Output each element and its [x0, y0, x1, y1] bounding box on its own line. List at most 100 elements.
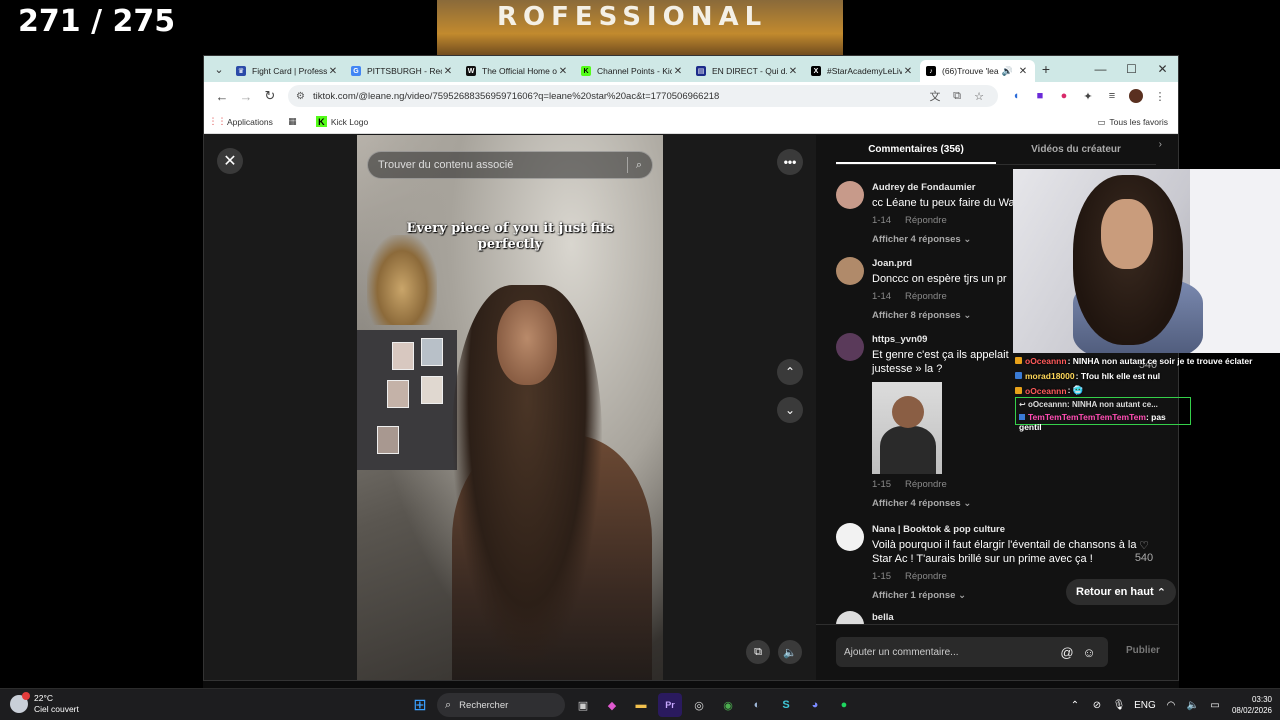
emoji-icon[interactable]: ☺ [1078, 645, 1100, 660]
clock[interactable]: 03:30 08/02/2026 [1232, 694, 1272, 716]
browser-tab[interactable]: ▤ EN DIRECT - Qui d... ✕ [690, 60, 805, 82]
show-replies-button[interactable]: Afficher 4 réponses ⌄ [872, 498, 1142, 509]
extension-wave-icon[interactable]: ◖ [1004, 84, 1028, 108]
tab-creator-videos[interactable]: Vidéos du créateur [996, 135, 1156, 164]
all-bookmarks[interactable]: ▭ Tous les favoris [1097, 110, 1168, 134]
translate-icon[interactable]: 文 [924, 88, 946, 104]
tab-audio-icon[interactable]: 🔊 [1002, 66, 1013, 77]
more-options-icon[interactable]: ••• [777, 149, 803, 175]
new-tab-button[interactable]: + [1035, 61, 1057, 77]
reply-button[interactable]: Répondre [905, 215, 947, 226]
chevron-up-icon[interactable]: ⌃ [1064, 700, 1086, 711]
close-tab-icon[interactable]: ✕ [672, 66, 684, 77]
browser-menu-icon[interactable]: ⋮ [1148, 84, 1172, 108]
browser-tab[interactable]: K Channel Points - Kic...✕ [575, 60, 690, 82]
omnibox[interactable]: ⚙ tiktok.com/@leane.ng/video/75952688356… [288, 85, 998, 107]
avatar[interactable] [836, 257, 864, 285]
volume-icon[interactable]: 🔈 [778, 640, 802, 664]
maximize-icon[interactable]: ☐ [1116, 56, 1147, 82]
browser-tab[interactable]: G PITTSBURGH - Rech...✕ [345, 60, 460, 82]
extension-red-icon[interactable]: ● [1052, 84, 1076, 108]
bookmark-star-icon[interactable]: ☆ [968, 90, 990, 103]
browser-tab[interactable]: ♪ (66)Trouve 'lea 🔊 ✕ [920, 60, 1035, 82]
video-photo [387, 380, 409, 408]
bookmark-applications[interactable]: ⋮⋮ Applications [209, 116, 273, 127]
comment-username[interactable]: bella [872, 611, 1142, 624]
premiere-icon[interactable]: Pr [658, 693, 682, 717]
reply-button[interactable]: Répondre [905, 571, 947, 582]
task-view-icon[interactable]: ▣ [571, 693, 595, 717]
network-off-icon[interactable]: ⊘ [1086, 700, 1108, 711]
search-divider [626, 157, 628, 173]
close-tab-icon[interactable]: ✕ [787, 66, 799, 77]
taskbar-search[interactable]: ⌕ Rechercher [437, 693, 565, 717]
tab-search-icon[interactable]: ⌄ [208, 58, 230, 80]
chrome-icon[interactable]: ◉ [716, 693, 740, 717]
extension-square-icon[interactable]: ■ [1028, 84, 1052, 108]
discord-icon[interactable]: ◕ [803, 693, 827, 717]
spotify-icon[interactable]: ● [832, 693, 856, 717]
add-comment-input[interactable]: Ajouter un commentaire... @ ☺ [836, 637, 1108, 667]
video-frame[interactable]: Trouver du contenu associé ⌕ Every piece… [357, 135, 663, 680]
avatar[interactable] [836, 181, 864, 209]
app-m365-icon[interactable]: ◆ [600, 693, 624, 717]
reload-icon[interactable]: ↻ [258, 84, 282, 108]
browser-tab[interactable]: W The Official Home o... ✕ [460, 60, 575, 82]
reply-button[interactable]: Répondre [905, 479, 947, 490]
bookmark-kick-logo[interactable]: K Kick Logo [315, 116, 368, 127]
language-indicator[interactable]: ENG [1130, 700, 1160, 711]
windows-start-icon[interactable]: ⊞ [408, 693, 432, 717]
close-tab-icon[interactable]: ✕ [442, 66, 454, 77]
chevron-right-icon[interactable]: › [1159, 139, 1162, 150]
taskbar-search-label: Rechercher [459, 699, 509, 711]
close-tab-icon[interactable]: ✕ [1017, 66, 1029, 77]
search-icon[interactable]: ⌕ [636, 159, 642, 172]
avatar[interactable] [836, 523, 864, 551]
previous-video-icon[interactable]: ⌃ [777, 359, 803, 385]
next-video-icon[interactable]: ⌄ [777, 397, 803, 423]
wifi-icon[interactable]: ◠ [1160, 700, 1182, 711]
avatar[interactable] [836, 611, 864, 625]
browser-tab[interactable]: ♛ Fight Card | Professi...✕ [230, 60, 345, 82]
close-window-icon[interactable]: ✕ [1147, 56, 1178, 82]
comment-username[interactable]: Nana | Booktok & pop culture [872, 523, 1142, 536]
file-explorer-icon[interactable]: ▬ [629, 693, 653, 717]
taskbar-apps: ⊞ ⌕ Rechercher ▣ ◆ ▬ Pr ◎ ◉ ◐ S ◕ ● [408, 693, 861, 717]
tab-comments[interactable]: Commentaires (356) [836, 135, 996, 164]
close-tab-icon[interactable]: ✕ [557, 66, 569, 77]
site-settings-icon[interactable]: ⚙ [296, 91, 305, 102]
picture-in-picture-icon[interactable]: ⧉ [746, 640, 770, 664]
chat-reply-ref-text: oOceannn: NINHA non autant ce... [1027, 400, 1158, 409]
microphone-icon[interactable]: 🎙 [1108, 700, 1130, 711]
profile-avatar[interactable] [1124, 84, 1148, 108]
related-search-input[interactable]: Trouver du contenu associé ⌕ [367, 151, 653, 179]
bookmark-qr[interactable]: ▦ [287, 116, 302, 127]
minimize-icon[interactable]: — [1085, 56, 1116, 82]
close-tab-icon[interactable]: ✕ [327, 66, 339, 77]
weather-widget[interactable]: 22°C Ciel couvert [10, 692, 79, 715]
app-circle-icon[interactable]: ◎ [687, 693, 711, 717]
news-icon: ▤ [696, 66, 706, 76]
mention-icon[interactable]: @ [1056, 645, 1078, 660]
browser-tab[interactable]: X #StarAcademyLeLiv... ✕ [805, 60, 920, 82]
like-button[interactable]: ♡ 540 [1132, 539, 1156, 564]
extensions-puzzle-icon[interactable]: ✦ [1076, 84, 1100, 108]
comment-date: 1-15 [872, 571, 892, 582]
close-tab-icon[interactable]: ✕ [902, 66, 914, 77]
cast-icon[interactable]: ⧉ [946, 90, 968, 103]
comment-image[interactable] [872, 382, 942, 474]
reading-list-icon[interactable]: ≡ [1100, 84, 1124, 108]
reply-button[interactable]: Répondre [905, 291, 947, 302]
app-s-icon[interactable]: S [774, 693, 798, 717]
url-text[interactable]: tiktok.com/@leane.ng/video/7595268835695… [313, 91, 924, 102]
close-icon[interactable]: ✕ [217, 148, 243, 174]
steam-icon[interactable]: ◐ [745, 693, 769, 717]
heart-icon[interactable]: ♡ [1132, 539, 1156, 552]
forward-icon[interactable]: → [234, 84, 258, 108]
battery-icon[interactable]: ▭ [1204, 700, 1226, 711]
avatar[interactable] [836, 333, 864, 361]
publish-button[interactable]: Publier [1126, 645, 1160, 656]
back-icon[interactable]: ← [210, 84, 234, 108]
speaker-icon[interactable]: 🔈 [1182, 700, 1204, 711]
back-to-top-button[interactable]: Retour en haut ⌃ [1066, 579, 1176, 605]
